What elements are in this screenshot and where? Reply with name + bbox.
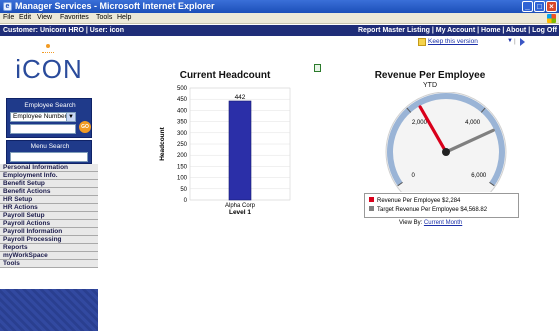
y-tick-label: 450 [177,97,188,103]
data-label: 442 [235,94,246,101]
legend-label: Revenue Per Employee $2,284 [377,198,461,204]
sidebar-item-myworkspace[interactable]: myWorkSpace [0,252,98,260]
employee-search-panel: Employee Search Employee Number ▼ GO [6,98,92,138]
customer-user-info: Customer: Unicorn HRO | User: icon [3,27,124,34]
revenue-gauge: 02,000 4,0006,000 [385,92,507,192]
windows-logo-icon [547,14,556,23]
icon-logo: iCON [0,36,98,84]
menu-edit[interactable]: Edit [19,14,31,21]
view-by-link[interactable]: Current Month [424,220,462,226]
menu-view[interactable]: View [37,14,52,21]
sidebar-item-reports[interactable]: Reports [0,244,98,252]
employee-search-select[interactable]: Employee Number ▼ [10,112,76,122]
window-controls: _ □ × [522,1,557,12]
y-tick-label: 200 [177,153,188,159]
app-header: Customer: Unicorn HRO | User: icon Repor… [0,25,559,36]
sidebar-item-benefit-actions[interactable]: Benefit Actions [0,188,98,196]
legend-item-target: Target Revenue Per Employee $4,568.82 [369,206,487,215]
sidebar-item-benefit-setup[interactable]: Benefit Setup [0,180,98,188]
window-title-bar: e Manager Services - Microsoft Internet … [0,0,559,13]
gauge-hub [442,148,450,156]
gauge-legend: Revenue Per Employee $2,284 Target Reven… [364,193,519,218]
logo-dot [46,44,50,48]
sidebar-item-personal-information[interactable]: Personal Information [0,164,98,172]
menu-favorites[interactable]: Favorites [60,14,89,21]
headcount-chart: 0 50 100 150 200 250 300 350 400 450 500 Headcount 4… [159,86,291,216]
y-tick-label: 0 [184,198,188,204]
gauge-tick-label: 4,000 [465,120,481,126]
menu-tools[interactable]: Tools [96,14,112,21]
sidebar-item-payroll-information[interactable]: Payroll Information [0,228,98,236]
gauge-tick-label: 2,000 [412,120,428,126]
play-icon[interactable] [520,38,525,46]
sidebar-item-hr-setup[interactable]: HR Setup [0,196,98,204]
separator: | [514,38,516,45]
y-tick-label: 400 [177,108,188,114]
legend-swatch [369,206,374,211]
y-tick-label: 50 [180,187,187,193]
chevron-down-icon[interactable]: ▼ [66,113,75,121]
y-axis-label: Headcount [159,126,166,160]
menu-search-input[interactable] [10,152,88,162]
view-by-label: View By: [399,220,423,226]
keep-version-link[interactable]: Keep this version [428,38,478,45]
logo-wordmark: iCON [15,54,83,84]
x-axis-label: Level 1 [229,209,251,216]
legend-label: Target Revenue Per Employee $4,568.82 [377,207,488,213]
view-by: View By: Current Month [399,220,462,226]
menu-bar: File Edit View Favorites Tools Help [0,13,559,24]
y-tick-label: 100 [177,176,188,182]
close-button[interactable]: × [546,1,557,12]
sidebar-item-payroll-actions[interactable]: Payroll Actions [0,220,98,228]
go-button[interactable]: GO [79,121,91,133]
keep-version-bar: Keep this version ▼ | [418,38,558,48]
sidebar-item-employment-info[interactable]: Employment Info. [0,172,98,180]
bar [228,100,252,201]
y-tick-label: 350 [177,120,188,126]
keep-version-icon [418,38,426,46]
revenue-title: Revenue Per Employee [374,70,486,81]
sidebar-item-payroll-setup[interactable]: Payroll Setup [0,212,98,220]
sidebar-nav: Personal Information Employment Info. Be… [0,164,98,268]
chevron-down-icon[interactable]: ▼ [507,38,513,44]
sidebar-pattern-fill [0,289,98,331]
maximize-button[interactable]: □ [534,1,545,12]
minimize-button[interactable]: _ [522,1,533,12]
revenue-subtitle: YTD [423,82,437,89]
legend-item-revenue: Revenue Per Employee $2,284 [369,197,460,206]
sidebar: iCON Employee Search Employee Number ▼ G… [0,36,98,331]
sidebar-item-payroll-processing[interactable]: Payroll Processing [0,236,98,244]
y-tick-label: 250 [177,142,188,148]
legend-swatch [369,197,374,202]
sidebar-item-tools[interactable]: Tools [0,260,98,268]
employee-search-input[interactable] [10,124,76,134]
y-tick-label: 150 [177,164,188,170]
employee-search-label: Employee Search [24,102,76,109]
menu-search-label: Menu Search [30,143,70,150]
gauge-face [385,92,507,192]
ie-icon: e [3,2,12,11]
window-title: Manager Services - Microsoft Internet Ex… [15,1,215,11]
menu-search-panel: Menu Search [6,140,92,164]
top-nav-links[interactable]: Report Master Listing | My Account | Hom… [358,27,557,34]
sidebar-item-hr-actions[interactable]: HR Actions [0,204,98,212]
y-tick-label: 500 [177,86,188,92]
employee-search-select-value: Employee Number [13,113,67,120]
gauge-tick-label: 6,000 [471,173,487,179]
menu-help[interactable]: Help [117,14,131,21]
menu-file[interactable]: File [3,14,14,21]
export-icon[interactable] [314,64,321,72]
y-tick-label: 300 [177,131,188,137]
